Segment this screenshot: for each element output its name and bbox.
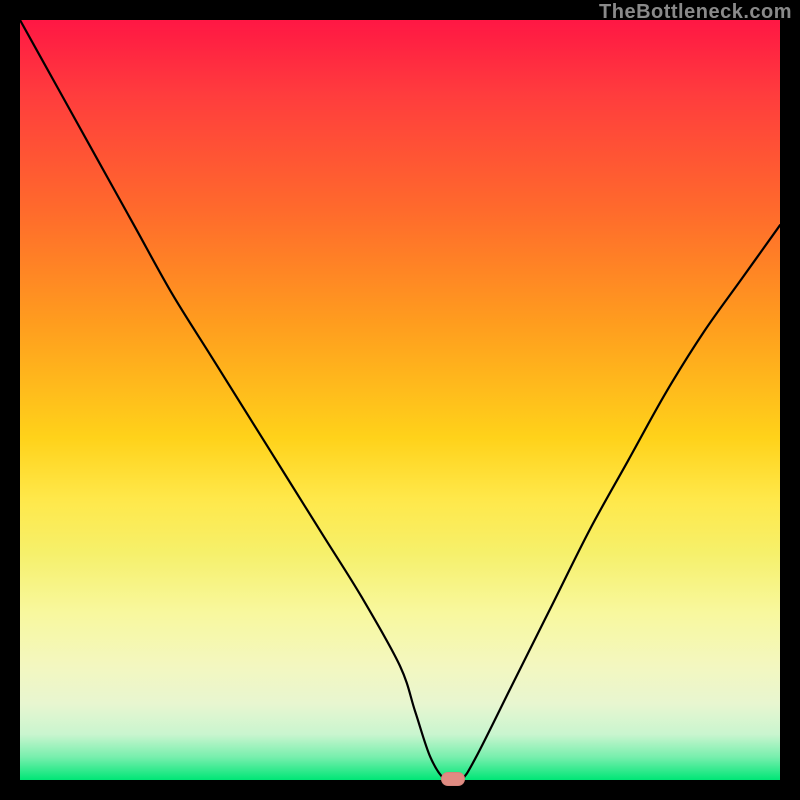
plot-area [20, 20, 780, 780]
optimal-marker [441, 772, 465, 786]
chart-frame: TheBottleneck.com [0, 0, 800, 800]
bottleneck-curve [20, 20, 780, 780]
